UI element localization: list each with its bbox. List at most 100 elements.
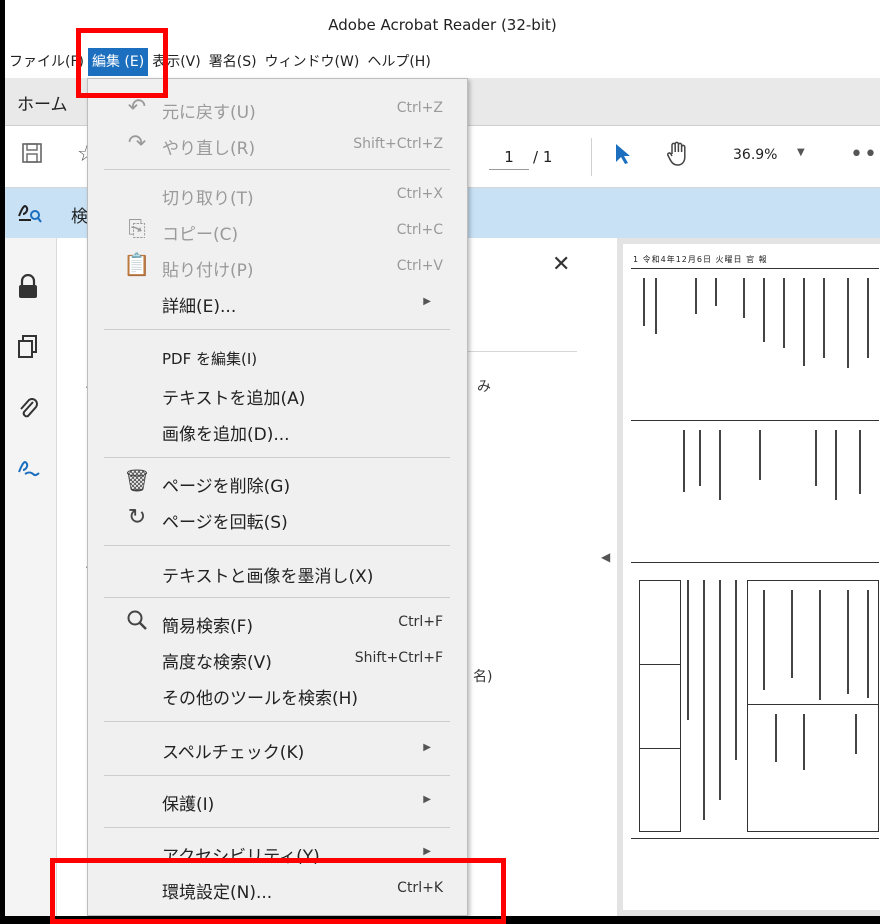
menu-item-spellcheck[interactable]: スペルチェック(K) ▶ xyxy=(88,731,467,767)
fill-sign-icon[interactable] xyxy=(17,456,43,486)
menu-separator xyxy=(104,457,450,458)
menu-item-rotate-page[interactable]: ↻ ページを回転(S) xyxy=(88,501,467,537)
menu-item-cut-label: 切り取り(T) xyxy=(162,189,254,209)
menu-item-redo[interactable]: ↷ やり直し(R) Shift+Ctrl+Z xyxy=(88,127,467,163)
doc-text-column xyxy=(719,430,721,500)
highlight-edit-menu xyxy=(76,28,168,98)
doc-text-column xyxy=(815,430,817,486)
doc-text-column xyxy=(847,590,849,694)
menu-item-paste[interactable]: 📋 貼り付け(P) Ctrl+V xyxy=(88,249,467,285)
toolbar-divider xyxy=(591,138,592,176)
menu-item-undo-label: 元に戻す(U) xyxy=(162,103,256,123)
menu-item-paste-label: 貼り付け(P) xyxy=(162,261,254,281)
menu-item-protection[interactable]: 保護(I) ▶ xyxy=(88,783,467,819)
lock-icon[interactable] xyxy=(17,273,39,306)
doc-text-column xyxy=(763,590,765,690)
menu-item-details-label: 詳細(E)... xyxy=(162,297,237,317)
menu-item-redo-label: やり直し(R) xyxy=(162,139,256,159)
menu-item-add-image[interactable]: 画像を追加(D)... xyxy=(88,413,467,449)
doc-text-column xyxy=(855,714,857,754)
menu-item-find[interactable]: 簡易検索(F) Ctrl+F xyxy=(88,605,467,641)
tools-row-label: 検 xyxy=(71,207,88,227)
doc-table xyxy=(639,580,681,832)
page-total: / 1 xyxy=(533,148,553,166)
doc-rule xyxy=(631,562,879,563)
menu-item-cut[interactable]: 切り取り(T) Ctrl+X xyxy=(88,177,467,213)
menu-separator xyxy=(104,329,450,330)
doc-text-column xyxy=(743,278,745,318)
submenu-arrow-icon: ▶ xyxy=(423,794,431,805)
doc-text-column xyxy=(819,590,821,700)
close-panel-icon[interactable]: ✕ xyxy=(552,252,570,277)
save-icon[interactable] xyxy=(21,142,43,170)
panel-text-fragment-1: み xyxy=(477,379,491,395)
more-options-icon[interactable]: ••• xyxy=(850,142,880,167)
attachment-icon[interactable] xyxy=(17,394,39,426)
menu-item-find-label: 簡易検索(F) xyxy=(162,617,254,637)
doc-text-column xyxy=(823,278,825,358)
left-rail xyxy=(5,238,57,916)
menu-item-redact[interactable]: テキストと画像を墨消し(X) xyxy=(88,555,467,591)
menu-item-add-text[interactable]: テキストを追加(A) xyxy=(88,377,467,413)
search-icon xyxy=(122,609,152,637)
menu-item-delete-page[interactable]: 🗑 ページを削除(G) xyxy=(88,465,467,501)
doc-text-column xyxy=(715,278,717,306)
menu-item-search-tools[interactable]: その他のツールを検索(H) xyxy=(88,677,467,713)
zoom-dropdown-icon[interactable]: ▼ xyxy=(797,147,805,158)
document-header: 1 令和4年12月6日 火曜日 官 報 xyxy=(633,255,768,264)
submenu-arrow-icon: ▶ xyxy=(423,742,431,753)
doc-text-column xyxy=(763,278,765,342)
doc-text-column xyxy=(687,580,689,720)
submenu-arrow-icon: ▶ xyxy=(423,296,431,307)
doc-text-column xyxy=(867,278,869,358)
menu-item-advanced-search-shortcut: Shift+Ctrl+F xyxy=(354,650,443,666)
edit-menu-dropdown: ↶ 元に戻す(U) Ctrl+Z ↷ やり直し(R) Shift+Ctrl+Z … xyxy=(87,78,468,916)
menu-item-add-image-label: 画像を追加(D)... xyxy=(162,425,290,445)
paste-icon: 📋 xyxy=(123,253,151,278)
page-number-input[interactable]: 1 xyxy=(489,144,529,170)
menu-window[interactable]: ウィンドウ(W) xyxy=(261,48,364,76)
panel-text-fragment-2: 名) xyxy=(473,669,493,685)
menu-item-spellcheck-label: スペルチェック(K) xyxy=(162,743,305,763)
highlight-preferences xyxy=(50,858,506,924)
menu-sign[interactable]: 署名(S) xyxy=(205,48,261,76)
redo-icon: ↷ xyxy=(127,131,147,156)
doc-text-column xyxy=(703,580,705,820)
hand-tool-icon[interactable] xyxy=(665,140,691,174)
doc-text-column xyxy=(643,278,645,326)
doc-text-column xyxy=(719,580,721,800)
fill-sign-search-icon[interactable] xyxy=(17,200,43,228)
doc-rule xyxy=(747,704,879,705)
panel-splitter[interactable]: ◀ xyxy=(597,238,617,916)
doc-text-column xyxy=(835,430,837,500)
menu-separator xyxy=(104,721,450,722)
menu-item-copy-label: コピー(C) xyxy=(162,225,239,245)
menu-item-copy[interactable]: ⎘ コピー(C) Ctrl+C xyxy=(88,213,467,249)
pages-icon[interactable] xyxy=(17,334,39,366)
doc-rule xyxy=(631,420,879,421)
doc-text-column xyxy=(867,590,869,698)
doc-text-column xyxy=(803,714,805,770)
menu-separator xyxy=(104,545,450,546)
menu-item-protection-label: 保護(I) xyxy=(162,795,215,815)
collapse-left-icon[interactable]: ◀ xyxy=(601,550,610,564)
menu-separator xyxy=(104,597,450,598)
zoom-level[interactable]: 36.9% xyxy=(733,147,777,163)
pdf-page-thumbnail: 1 令和4年12月6日 火曜日 官 報 xyxy=(623,244,880,910)
menu-separator xyxy=(104,775,450,776)
menu-item-copy-shortcut: Ctrl+C xyxy=(396,222,443,238)
menu-item-advanced-search-label: 高度な検索(V) xyxy=(162,653,272,673)
menu-item-redact-label: テキストと画像を墨消し(X) xyxy=(162,567,374,587)
menu-item-paste-shortcut: Ctrl+V xyxy=(396,258,443,274)
doc-text-column xyxy=(699,430,701,486)
select-cursor-icon[interactable] xyxy=(613,142,633,172)
menu-help[interactable]: ヘルプ(H) xyxy=(363,48,434,76)
tab-home[interactable]: ホーム xyxy=(17,90,68,115)
menu-item-edit-pdf[interactable]: PDF を編集(I) xyxy=(88,339,467,375)
rotate-icon: ↻ xyxy=(127,505,147,530)
menu-item-details[interactable]: 詳細(E)... ▶ xyxy=(88,285,467,321)
doc-text-column xyxy=(847,278,849,368)
doc-text-column xyxy=(783,278,785,348)
menu-item-search-tools-label: その他のツールを検索(H) xyxy=(162,689,359,709)
menu-item-advanced-search[interactable]: 高度な検索(V) Shift+Ctrl+F xyxy=(88,641,467,677)
